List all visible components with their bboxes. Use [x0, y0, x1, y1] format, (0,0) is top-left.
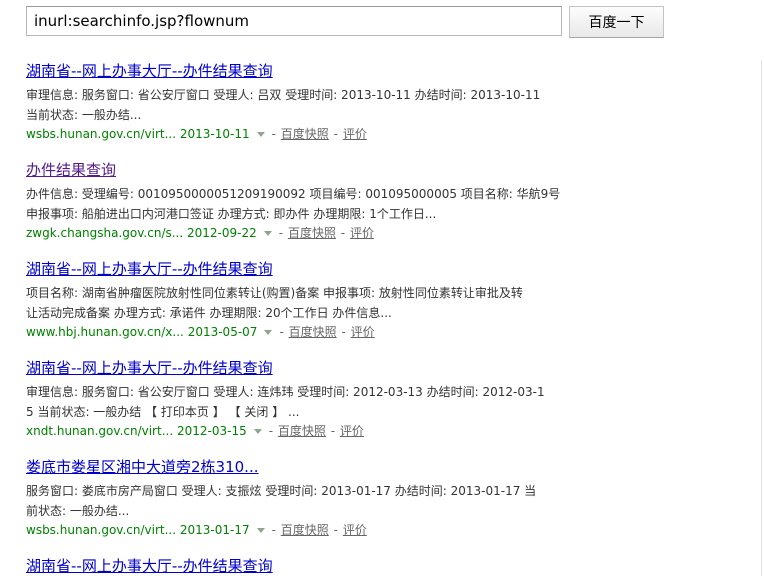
result-title-link[interactable]: 湖南省--网上办事大厅--办件结果查询	[26, 61, 586, 81]
result-date: 2013-10-11	[179, 127, 250, 141]
evaluate-link[interactable]: 评价	[343, 523, 367, 537]
evaluate-link[interactable]: 评价	[343, 127, 367, 141]
dropdown-arrow-icon[interactable]	[253, 428, 262, 434]
search-result: 湖南省--网上办事大厅--办件结果查询 审理信息: 服务窗口: 省公安厅窗口 受…	[26, 358, 586, 440]
result-description: 服务窗口: 娄底市房产局窗口 受理人: 支振炫 受理时间: 2013-01-17…	[26, 484, 537, 518]
result-meta: zwgk.changsha.gov.cn/s... 2012-09-22- 百度…	[26, 226, 374, 240]
result-meta: www.hbj.hunan.gov.cn/x... 2013-05-07- 百度…	[26, 325, 375, 339]
result-url: zwgk.changsha.gov.cn/s...	[26, 226, 184, 240]
snapshot-link[interactable]: 百度快照	[278, 424, 326, 438]
search-result: 娄底市娄星区湘中大道旁2栋310... 服务窗口: 娄底市房产局窗口 受理人: …	[26, 457, 586, 539]
search-button[interactable]: 百度一下	[569, 6, 664, 38]
result-meta: wsbs.hunan.gov.cn/virt... 2013-01-17- 百度…	[26, 523, 367, 537]
result-url: wsbs.hunan.gov.cn/virt...	[26, 523, 177, 537]
dropdown-arrow-icon[interactable]	[264, 329, 273, 335]
snapshot-link[interactable]: 百度快照	[281, 127, 329, 141]
result-url: wsbs.hunan.gov.cn/virt...	[26, 127, 177, 141]
result-description: 审理信息: 服务窗口: 省公安厅窗口 受理人: 吕双 受理时间: 2013-10…	[26, 88, 541, 122]
search-input[interactable]: inurl:searchinfo.jsp?flownum	[26, 6, 562, 36]
search-result: 湖南省--网上办事大厅--办件结果查询 项目名称: 湖南省肿瘤医院放射性同位素转…	[26, 259, 586, 341]
search-result: 湖南省--网上办事大厅--办件结果查询	[26, 556, 586, 576]
snapshot-link[interactable]: 百度快照	[289, 325, 337, 339]
result-description: 项目名称: 湖南省肿瘤医院放射性同位素转让(购置)备案 申报事项: 放射性同位素…	[26, 286, 523, 320]
result-url: www.hbj.hunan.gov.cn/x...	[26, 325, 184, 339]
snapshot-link[interactable]: 百度快照	[281, 523, 329, 537]
search-result: 办件结果查询 办件信息: 受理编号: 001095000005120919009…	[26, 160, 586, 242]
result-title-link[interactable]: 娄底市娄星区湘中大道旁2栋310...	[26, 457, 586, 477]
dropdown-arrow-icon[interactable]	[263, 230, 272, 236]
evaluate-link[interactable]: 评价	[351, 325, 375, 339]
result-meta: xndt.hunan.gov.cn/virt... 2012-03-15- 百度…	[26, 424, 364, 438]
result-meta: wsbs.hunan.gov.cn/virt... 2013-10-11- 百度…	[26, 127, 367, 141]
result-date: 2012-09-22	[187, 226, 257, 240]
page-divider	[761, 60, 762, 576]
snapshot-link[interactable]: 百度快照	[288, 226, 336, 240]
result-date: 2012-03-15	[176, 424, 247, 438]
result-title-link[interactable]: 湖南省--网上办事大厅--办件结果查询	[26, 358, 586, 378]
result-title-link[interactable]: 办件结果查询	[26, 160, 586, 180]
result-description: 审理信息: 服务窗口: 省公安厅窗口 受理人: 连炜玮 受理时间: 2012-0…	[26, 385, 545, 419]
evaluate-link[interactable]: 评价	[350, 226, 374, 240]
result-title-link[interactable]: 湖南省--网上办事大厅--办件结果查询	[26, 556, 586, 576]
dropdown-arrow-icon[interactable]	[256, 527, 265, 533]
search-result: 湖南省--网上办事大厅--办件结果查询 审理信息: 服务窗口: 省公安厅窗口 受…	[26, 61, 586, 143]
result-title-link[interactable]: 湖南省--网上办事大厅--办件结果查询	[26, 259, 586, 279]
result-url: xndt.hunan.gov.cn/virt...	[26, 424, 174, 438]
result-date: 2013-05-07	[187, 325, 258, 339]
evaluate-link[interactable]: 评价	[340, 424, 364, 438]
result-date: 2013-01-17	[179, 523, 250, 537]
result-description: 办件信息: 受理编号: 0010950000051209190092 项目编号:…	[26, 187, 561, 221]
dropdown-arrow-icon[interactable]	[256, 131, 265, 137]
